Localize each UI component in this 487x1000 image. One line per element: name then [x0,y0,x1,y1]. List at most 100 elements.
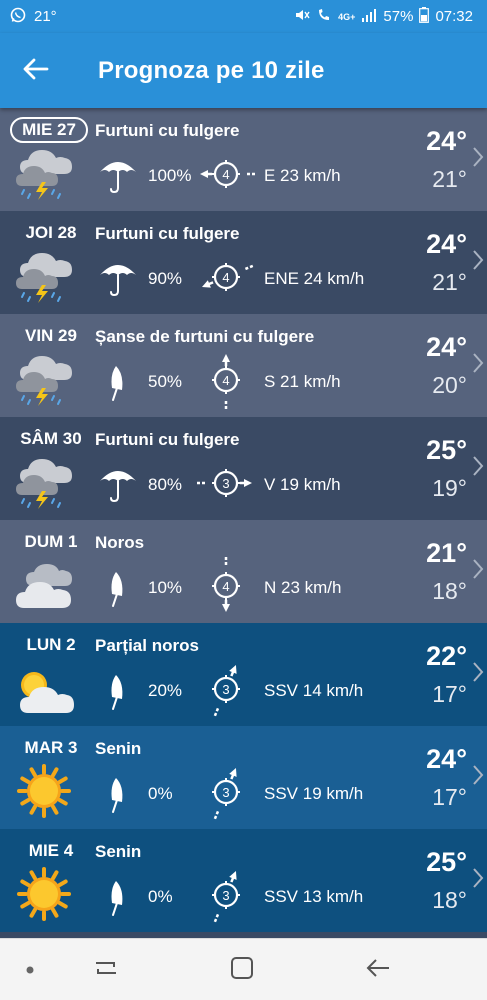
forecast-row[interactable]: MIE 4 Senin 0% 3 SSV 13 km/h 25° 18° [0,829,487,932]
chevron-right-icon [472,558,484,580]
forecast-row[interactable]: JOI 28 Furtuni cu fulgere 90% 4 ENE 24 km/h 2… [0,211,487,314]
precip-chance: 10% [148,578,183,597]
umbrella-icon [96,156,140,196]
precip-chance: 50% [148,372,183,391]
wind-compass-icon: 3 [196,762,256,822]
day-label: VIN 29 [25,326,77,345]
umbrella-icon [96,259,140,299]
svg-text:4: 4 [222,270,229,285]
chevron-right-icon [472,867,484,889]
partly-cloudy-icon [12,659,76,717]
wind-text: SSV 14 km/h [264,681,364,700]
precip-chance: 20% [148,681,183,700]
battery-icon [419,7,430,26]
temp-low: 21° [432,166,467,192]
temp-high: 21° [426,538,467,568]
precip-chance: 80% [148,475,183,494]
temp-low: 18° [432,887,467,913]
condition-text: Șanse de furtuni cu fulgere [95,327,315,346]
temp-low: 19° [432,475,467,501]
status-temp: 21° [34,8,57,25]
day-label: MAR 3 [24,738,78,757]
back-button[interactable] [16,51,56,91]
wind-compass-icon: 3 [196,453,256,513]
thunderstorm-icon [12,247,76,305]
forecast-list: MIE 27 Furtuni cu fulgere 100% 4 E 23 km/h 24… [0,108,487,942]
home-icon [230,956,254,985]
thunderstorm-icon [12,350,76,408]
sun-icon [12,865,76,923]
chevron-right-icon [472,249,484,271]
signal-icon [361,8,377,25]
svg-text:3: 3 [222,476,229,491]
wind-compass-icon: 4 [196,247,256,307]
temp-high: 24° [426,126,467,156]
system-nav-bar [0,938,487,1000]
system-back-button[interactable] [360,953,396,987]
back-icon [365,957,391,984]
precip-chance: 0% [148,784,173,803]
day-label: LUN 2 [26,635,76,654]
umbrella-icon [96,774,140,814]
temp-low: 20° [432,372,467,398]
umbrella-icon [96,671,140,711]
app-bar: Prognoza pe 10 zile [0,33,487,108]
wind-text: ENE 24 km/h [264,269,365,288]
forecast-row[interactable]: SÂM 30 Furtuni cu fulgere 80% 3 V 19 km/h 25°… [0,417,487,520]
whatsapp-icon [10,7,26,26]
recent-apps-button[interactable] [88,953,124,987]
forecast-row[interactable]: MIE 27 Furtuni cu fulgere 100% 4 E 23 km/h 24… [0,108,487,211]
wind-compass-icon: 4 [196,144,256,204]
sun-icon [12,762,76,820]
forecast-row[interactable]: MAR 3 Senin 0% 3 SSV 19 km/h 24° 17° [0,726,487,829]
day-label: JOI 28 [25,223,77,242]
network-type: 4G+ [338,11,356,22]
day-label: MIE 4 [28,841,74,860]
svg-text:3: 3 [222,888,229,903]
condition-text: Furtuni cu fulgere [95,430,240,449]
status-bar: 21° 4G+ 57% 07:32 [0,0,487,33]
temp-high: 25° [426,847,467,877]
wind-text: SSV 13 km/h [264,887,364,906]
umbrella-icon [96,568,140,608]
cloud-icon [12,556,76,614]
chevron-right-icon [472,661,484,683]
temp-low: 17° [432,784,467,810]
day-label: SÂM 30 [20,429,82,448]
svg-text:4: 4 [222,373,229,388]
temp-high: 24° [426,229,467,259]
svg-text:3: 3 [222,682,229,697]
forecast-row[interactable]: DUM 1 Noros 10% 4 N 23 km/h 21° 18° [0,520,487,623]
thunderstorm-icon [12,453,76,511]
wifi-call-icon [316,7,332,26]
forecast-row[interactable]: LUN 2 Parțial noros 20% 3 SSV 14 km/h 22° 17° [0,623,487,726]
condition-text: Parțial noros [95,636,199,655]
temp-high: 22° [426,641,467,671]
chevron-right-icon [472,146,484,168]
recent-apps-icon [93,957,119,984]
temp-high: 24° [426,744,467,774]
day-label: DUM 1 [24,532,78,551]
forecast-row[interactable]: VIN 29 Șanse de furtuni cu fulgere 50% 4 S 2… [0,314,487,417]
wind-text: SSV 19 km/h [264,784,364,803]
page-title: Prognoza pe 10 zile [98,57,325,84]
svg-text:4: 4 [222,167,229,182]
temp-high: 24° [426,332,467,362]
umbrella-icon [96,362,140,402]
svg-text:3: 3 [222,785,229,800]
condition-text: Noros [95,533,145,552]
wind-compass-icon: 4 [196,556,256,616]
condition-text: Furtuni cu fulgere [95,121,240,140]
thunderstorm-icon [12,144,76,202]
home-button[interactable] [224,953,260,987]
wind-compass-icon: 3 [196,659,256,719]
precip-chance: 100% [148,166,192,185]
wind-compass-icon: 4 [196,350,256,410]
svg-text:4: 4 [222,579,229,594]
umbrella-icon [96,877,140,917]
condition-text: Furtuni cu fulgere [95,224,240,243]
wind-text: V 19 km/h [264,475,341,494]
chevron-right-icon [472,352,484,374]
chevron-right-icon [472,764,484,786]
battery-percent: 57% [383,8,414,25]
